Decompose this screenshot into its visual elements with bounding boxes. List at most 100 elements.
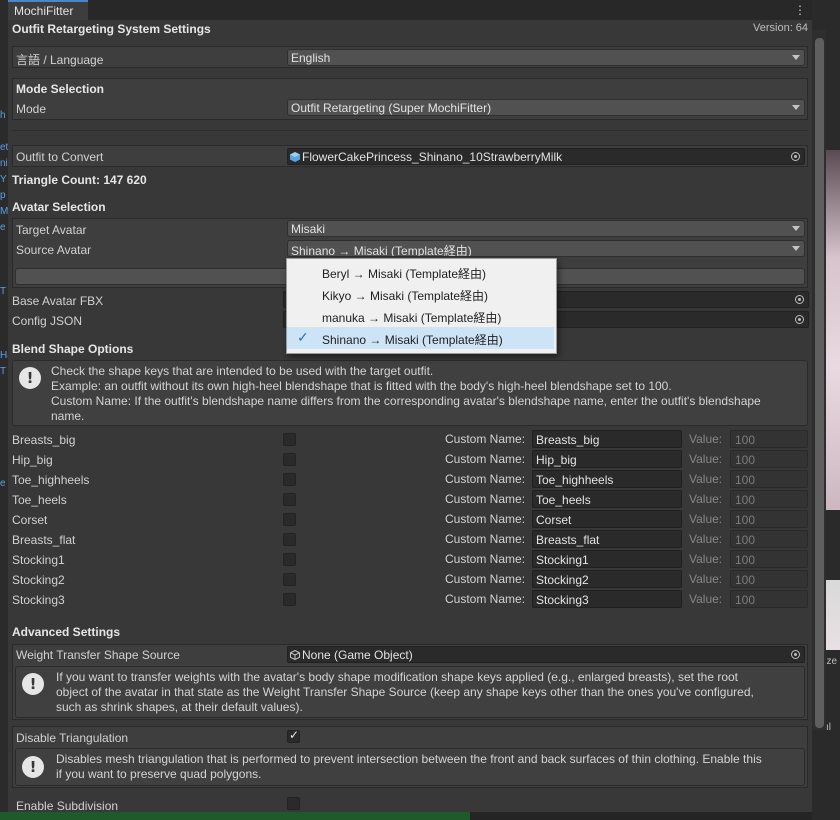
info-line: Custom Name: If the outfit's blendshape … [51,394,761,408]
popup-item[interactable]: Kikyo → Misaki (Template経由) [287,283,554,305]
avatar-section-title: Avatar Selection [12,200,106,214]
weight-source-value: None (Game Object) [302,648,413,662]
background-fragment: ıl [826,722,831,733]
info-line: Example: an outfit without its own high-… [51,379,672,393]
mode-section-title: Mode Selection [16,82,105,96]
blend-shape-checkbox[interactable] [283,493,296,506]
object-picker-icon[interactable] [791,650,800,659]
background-left-strip [0,0,8,820]
custom-name-input[interactable]: Hip_big [532,450,682,468]
background-fragment: e [0,222,6,233]
blend-shape-checkbox[interactable] [283,473,296,486]
background-fragment: M [0,206,8,217]
value-input[interactable]: 100 [730,430,808,448]
gameobject-cube-icon [290,650,300,660]
value-label: Value: [689,552,723,566]
custom-name-label: Custom Name: [445,592,526,606]
custom-name-input[interactable]: Stocking2 [532,570,682,588]
value-input[interactable]: 100 [730,510,808,528]
triangle-count: Triangle Count: 147 620 [12,173,147,187]
value-input[interactable]: 100 [730,530,808,548]
chevron-down-icon [792,105,800,110]
blend-shape-name: Toe_highheels [12,473,90,487]
blend-shape-name: Stocking3 [12,593,65,607]
value-input[interactable]: 100 [730,490,808,508]
blend-shape-checkbox[interactable] [283,513,296,526]
triangulation-info-box: ! Disables mesh triangulation that is pe… [15,748,805,786]
kebab-menu-icon[interactable]: ⋮ [794,3,806,17]
chevron-down-icon [792,55,800,60]
value-input[interactable]: 100 [730,570,808,588]
outfit-object-field[interactable]: FlowerCakePrincess_Shinano_10StrawberryM… [287,148,805,165]
enable-subdivision-checkbox[interactable] [287,797,300,810]
scrollbar-thumb[interactable] [815,38,824,728]
blend-shape-name: Hip_big [12,453,53,467]
blend-shape-name: Breasts_big [12,433,76,447]
custom-name-label: Custom Name: [445,512,526,526]
blend-shape-checkbox[interactable] [283,533,296,546]
custom-name-input[interactable]: Corset [532,510,682,528]
language-dropdown[interactable]: English [287,49,805,66]
object-picker-icon[interactable] [795,315,804,324]
custom-name-input[interactable]: Toe_heels [532,490,682,508]
value-input[interactable]: 100 [730,550,808,568]
blend-shape-name: Corset [12,513,48,527]
base-fbx-label: Base Avatar FBX [12,294,104,308]
custom-name-input[interactable]: Stocking1 [532,550,682,568]
custom-name-input[interactable]: Toe_highheels [532,470,682,488]
background-right-panel [826,520,840,820]
custom-name-input[interactable]: Breasts_flat [532,530,682,548]
info-line: object of the avatar in that state as th… [56,685,754,699]
object-picker-icon[interactable] [791,152,800,161]
blend-shape-checkbox[interactable] [283,453,296,466]
value-input[interactable]: 100 [730,450,808,468]
info-line: name. [51,409,85,423]
value-input[interactable]: 100 [730,590,808,608]
weight-source-field[interactable]: None (Game Object) [287,646,805,663]
weight-info-box: ! If you want to transfer weights with t… [15,666,805,718]
custom-name-input[interactable]: Breasts_big [532,430,682,448]
chevron-down-icon [792,226,800,231]
mode-dropdown[interactable]: Outfit Retargeting (Super MochiFitter) [287,99,805,116]
value-label: Value: [689,432,723,446]
custom-name-label: Custom Name: [445,452,526,466]
blend-shape-checkbox[interactable] [283,573,296,586]
value-label: Value: [689,492,723,506]
source-avatar-dropdown[interactable]: Shinano → Misaki (Template経由) [287,240,805,257]
target-avatar-dropdown[interactable]: Misaki [287,220,805,237]
custom-name-label: Custom Name: [445,492,526,506]
blend-shape-checkbox[interactable] [283,593,296,606]
popup-item[interactable]: manuka → Misaki (Template経由) [287,305,554,327]
custom-name-label: Custom Name: [445,552,526,566]
popup-item-label: manuka → Misaki (Template経由) [322,311,502,325]
object-picker-icon[interactable] [795,295,804,304]
language-label: 言語 / Language [16,53,104,67]
blend-shape-checkbox[interactable] [283,433,296,446]
blend-shape-name: Stocking1 [12,553,65,567]
blend-shape-checkbox[interactable] [283,553,296,566]
background-fragment: e [0,478,6,489]
background-scene-image [826,580,840,650]
background-fragment: ni [0,158,8,169]
popup-item[interactable]: Beryl → Misaki (Template経由) [287,261,554,283]
blend-section-title: Blend Shape Options [12,342,134,356]
value-label: Value: [689,472,723,486]
custom-name-input[interactable]: Stocking3 [532,590,682,608]
checkmark-icon: ✓ [297,329,309,345]
tab-mochifitter[interactable]: MochiFitter [8,0,88,20]
popup-item[interactable]: ✓ Shinano → Misaki (Template経由) [287,327,554,349]
window-tab-bar [8,0,812,20]
disable-triangulation-checkbox[interactable] [287,728,300,743]
custom-name-label: Custom Name: [445,472,526,486]
value-label: Value: [689,572,723,586]
info-icon: ! [19,367,41,389]
value-input[interactable]: 100 [730,470,808,488]
background-fragment: T [0,286,7,297]
background-bottom-strip [470,812,812,820]
target-avatar-value: Misaki [291,222,326,236]
divider [12,130,808,131]
source-avatar-label: Source Avatar [16,243,92,257]
triangulation-info-text: Disables mesh triangulation that is perf… [56,752,798,782]
blend-info-text: Check the shape keys that are intended t… [51,364,801,424]
outfit-value: FlowerCakePrincess_Shinano_10StrawberryM… [302,150,563,164]
